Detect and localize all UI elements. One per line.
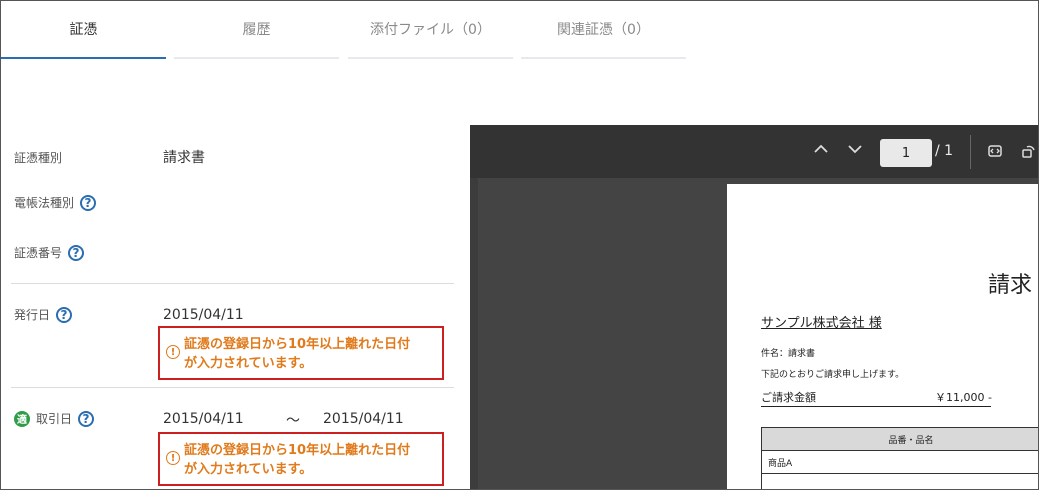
- tab-related-label: 関連証憑（0）: [557, 22, 650, 38]
- tab-attachments[interactable]: 添付ファイル（0）: [348, 1, 513, 59]
- trade-date-separator: ～: [286, 413, 300, 429]
- ebook-type-label: 電帳法種別 ?: [14, 194, 97, 211]
- tab-history[interactable]: 履歴: [174, 1, 339, 59]
- tab-underline: [521, 57, 686, 59]
- table-cell: [761, 473, 1038, 489]
- app-frame: 証憑 履歴 添付ファイル（0） 関連証憑（0） 証憑種別 請求書 電帳法種別 ?…: [0, 0, 1039, 490]
- tab-underline: [1, 57, 166, 59]
- viewer-toolbar: / 1: [470, 125, 1038, 178]
- chevron-down-icon[interactable]: [847, 141, 863, 161]
- tab-underline: [174, 57, 339, 59]
- divider: [11, 283, 454, 284]
- compliant-badge-icon: 適: [14, 410, 30, 427]
- trade-date-warning: ! 証憑の登録日から10年以上離れた日付 が入力されています。: [158, 432, 444, 486]
- tab-voucher[interactable]: 証憑: [1, 1, 166, 59]
- tab-voucher-label: 証憑: [69, 22, 98, 38]
- trade-date-label-text: 取引日: [36, 412, 73, 426]
- trade-date-from[interactable]: 2015/04/11: [163, 411, 244, 427]
- page-number-input[interactable]: [880, 139, 932, 167]
- warning-text: 証憑の登録日から10年以上離れた日付 が入力されています。: [184, 335, 442, 373]
- issue-date-value[interactable]: 2015/04/11: [163, 307, 244, 323]
- voucher-type-label-text: 証憑種別: [14, 151, 63, 165]
- trade-date-label: 適 取引日 ?: [14, 410, 95, 427]
- voucher-number-label-text: 証憑番号: [14, 246, 63, 260]
- tab-history-label: 履歴: [242, 22, 271, 38]
- doc-amount-value: ￥11,000 -: [935, 391, 992, 404]
- fit-page-icon[interactable]: [987, 143, 1003, 163]
- rotate-icon[interactable]: [1021, 143, 1037, 163]
- doc-amount-label: ご請求金額: [761, 391, 816, 404]
- warning-line-2: が入力されています。: [184, 462, 313, 477]
- issue-date-label: 発行日 ?: [14, 306, 73, 323]
- voucher-number-label: 証憑番号 ?: [14, 244, 85, 261]
- chevron-up-icon[interactable]: [813, 141, 829, 161]
- document-page: 請求 サンプル株式会社 様 件名：請求書 下記のとおりご請求申し上げます。 ご請…: [727, 184, 1038, 489]
- table-row: 商品A: [761, 450, 1038, 474]
- tab-underline: [348, 57, 513, 59]
- tab-attachments-label: 添付ファイル（0）: [370, 22, 491, 38]
- warning-line-1: 証憑の登録日から10年以上離れた日付: [184, 443, 411, 458]
- tab-related[interactable]: 関連証憑（0）: [521, 1, 686, 59]
- help-icon[interactable]: ?: [80, 194, 97, 211]
- issue-date-warning: ! 証憑の登録日から10年以上離れた日付 が入力されています。: [158, 326, 444, 380]
- warning-line-1: 証憑の登録日から10年以上離れた日付: [184, 337, 411, 352]
- issue-date-label-text: 発行日: [14, 308, 51, 322]
- help-icon[interactable]: ?: [68, 244, 85, 261]
- doc-company: サンプル株式会社 様: [761, 316, 882, 331]
- divider: [11, 387, 454, 388]
- doc-title: 請求: [988, 273, 1033, 298]
- page-total: / 1: [935, 143, 954, 159]
- warning-icon: !: [166, 345, 180, 359]
- help-icon[interactable]: ?: [56, 306, 73, 323]
- warning-line-2: が入力されています。: [184, 356, 313, 371]
- doc-items-table: 品番・品名 商品A: [761, 427, 1038, 489]
- warning-text: 証憑の登録日から10年以上離れた日付 が入力されています。: [184, 441, 442, 479]
- voucher-type-value: 請求書: [163, 150, 205, 166]
- toolbar-divider: [970, 135, 971, 169]
- trade-date-to[interactable]: 2015/04/11: [323, 411, 404, 427]
- table-cell: 商品A: [761, 450, 1038, 474]
- doc-note: 下記のとおりご請求申し上げます。: [761, 370, 905, 380]
- pdf-viewer: / 1 請求 サンプル株式会社 様 件名：請求書 下記のとおりご請求申し上げます…: [470, 125, 1038, 489]
- table-header-row: 品番・品名: [761, 427, 1038, 451]
- viewer-canvas[interactable]: 請求 サンプル株式会社 様 件名：請求書 下記のとおりご請求申し上げます。 ご請…: [478, 178, 1038, 489]
- table-row: [761, 473, 1038, 489]
- tab-bar: 証憑 履歴 添付ファイル（0） 関連証憑（0）: [1, 1, 701, 61]
- voucher-type-label: 証憑種別: [14, 149, 62, 166]
- doc-amount-underline: [761, 406, 991, 407]
- doc-subject: 件名：請求書: [761, 349, 816, 359]
- table-header-cell: 品番・品名: [761, 427, 1038, 451]
- warning-icon: !: [166, 451, 180, 465]
- ebook-type-label-text: 電帳法種別: [14, 196, 75, 210]
- help-icon[interactable]: ?: [78, 410, 95, 427]
